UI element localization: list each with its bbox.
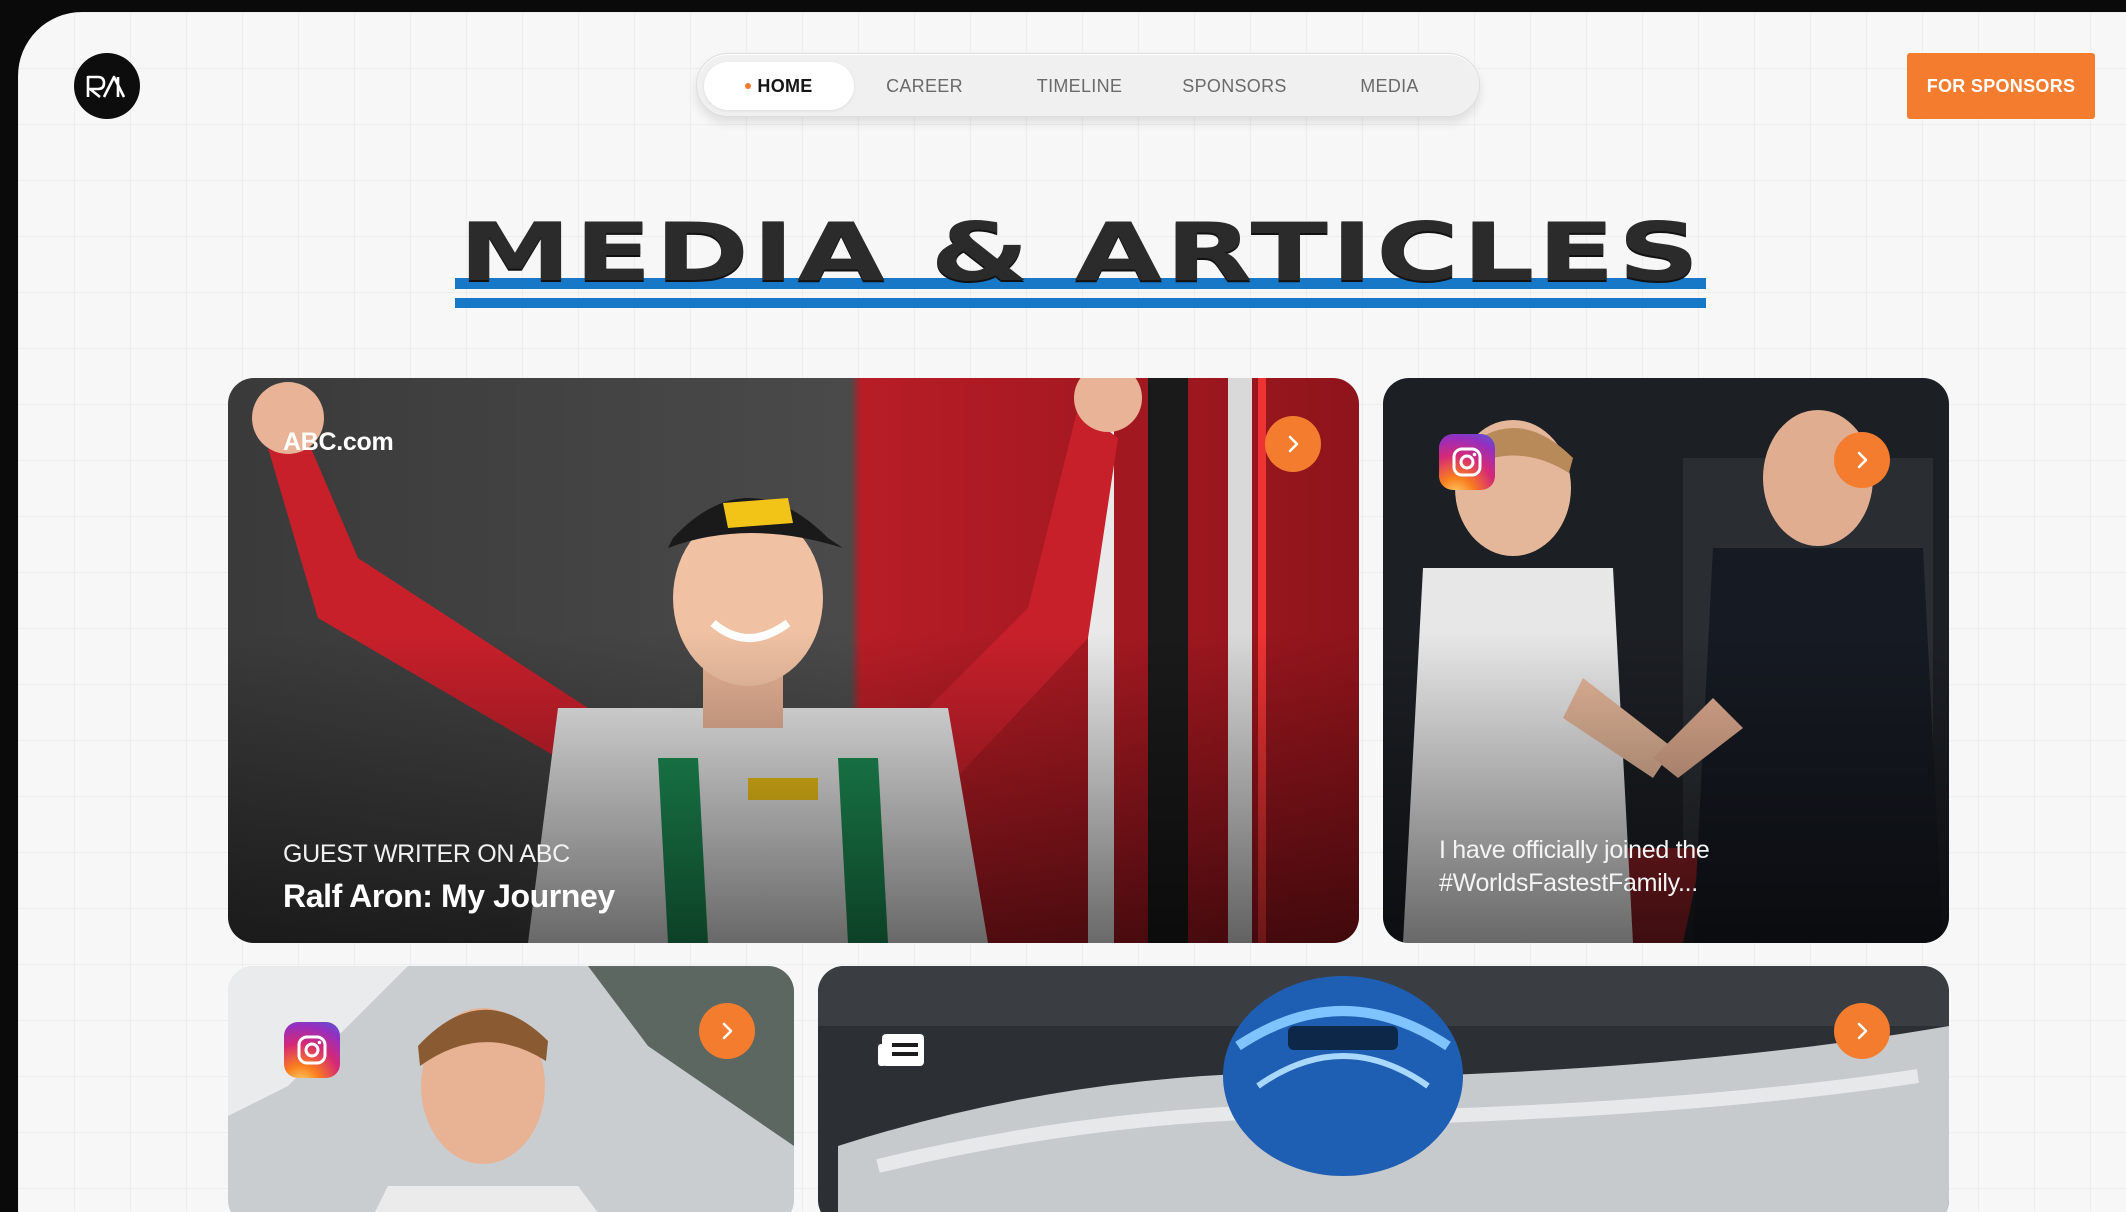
- article-source: ABC.com: [283, 428, 394, 456]
- instagram-card-signing[interactable]: I have officially joined the #WorldsFast…: [1383, 378, 1949, 943]
- page-frame: HOME CAREER TIMELINE SPONSORS MEDIA FOR …: [18, 12, 2126, 1212]
- nav-item-media[interactable]: MEDIA: [1327, 62, 1452, 110]
- logo-monogram-icon: [86, 75, 126, 99]
- nav-item-home[interactable]: HOME: [704, 62, 854, 110]
- active-dot: [745, 83, 752, 89]
- article-card-helmet[interactable]: [818, 966, 1949, 1212]
- chevron-right-icon: [1857, 451, 1868, 469]
- post-caption-line: #WorldsFastestFamily...: [1439, 869, 1698, 897]
- nav-item-label: CAREER: [886, 75, 963, 96]
- helmet-cockpit-image: [818, 966, 1949, 1212]
- main-nav: HOME CAREER TIMELINE SPONSORS MEDIA: [696, 53, 1480, 117]
- nav-item-timeline[interactable]: TIMELINE: [1017, 62, 1142, 110]
- instagram-icon: [1439, 434, 1495, 490]
- for-sponsors-button[interactable]: FOR SPONSORS: [1907, 53, 2095, 119]
- post-caption: I have officially joined the #WorldsFast…: [1439, 834, 1710, 900]
- open-post-button[interactable]: [699, 1003, 755, 1059]
- article-headline: Ralf Aron: My Journey: [283, 878, 615, 914]
- instagram-card-portrait[interactable]: [228, 966, 794, 1212]
- post-caption-line: I have officially joined the: [1439, 836, 1710, 864]
- chevron-right-icon: [1857, 1022, 1868, 1040]
- instagram-icon: [284, 1022, 340, 1078]
- nav-item-sponsors[interactable]: SPONSORS: [1172, 62, 1297, 110]
- nav-item-label: HOME: [757, 75, 813, 96]
- cta-label: FOR SPONSORS: [1926, 75, 2076, 96]
- nav-item-label: SPONSORS: [1182, 75, 1287, 96]
- article-icon: [874, 1022, 930, 1078]
- title-stripe-lower: [455, 298, 1706, 308]
- section-title: MEDIA & ARTICLES: [458, 206, 1703, 299]
- driver-portrait-image: [228, 966, 794, 1212]
- open-article-button[interactable]: [1265, 416, 1321, 472]
- open-article-button[interactable]: [1834, 1003, 1890, 1059]
- nav-item-label: TIMELINE: [1036, 75, 1123, 96]
- site-logo[interactable]: [74, 53, 140, 119]
- chevron-right-icon: [722, 1022, 733, 1040]
- article-card-abc[interactable]: ABC.com GUEST WRITER ON ABC Ralf Aron: M…: [228, 378, 1359, 943]
- chevron-right-icon: [1288, 435, 1299, 453]
- open-post-button[interactable]: [1834, 432, 1890, 488]
- article-kicker: GUEST WRITER ON ABC: [283, 840, 570, 868]
- nav-item-label: MEDIA: [1360, 75, 1419, 96]
- nav-item-career[interactable]: CAREER: [862, 62, 987, 110]
